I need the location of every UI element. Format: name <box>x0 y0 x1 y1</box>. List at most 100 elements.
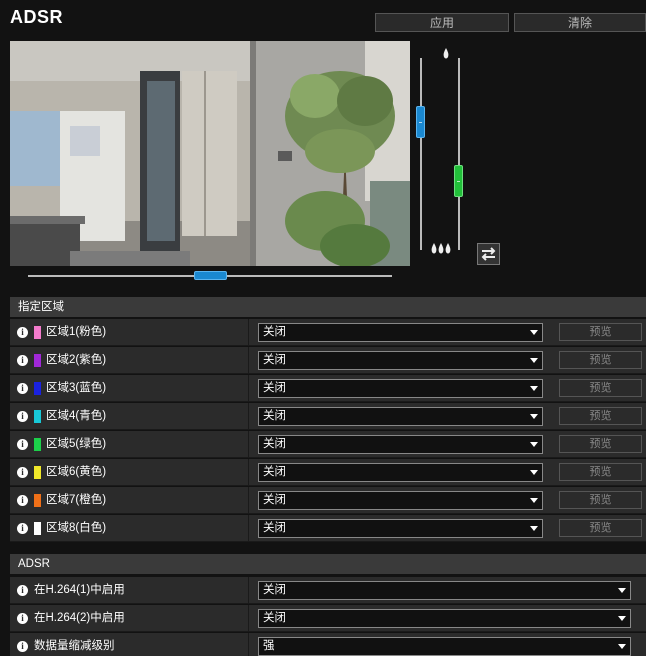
apply-button[interactable]: 应用 <box>375 13 509 32</box>
zone-mode-value: 关闭 <box>263 382 286 394</box>
zone-label: i 区域7(橙色) <box>10 487 248 514</box>
zone-mode-select[interactable]: 关闭 <box>258 463 543 482</box>
zone-color-swatch <box>34 354 41 367</box>
chevron-down-icon <box>618 588 626 593</box>
zone-label: i 区域1(粉色) <box>10 319 248 346</box>
info-icon[interactable]: i <box>17 641 28 652</box>
info-icon[interactable]: i <box>17 613 28 624</box>
zone-mode-value: 关闭 <box>263 522 286 534</box>
zone-color-swatch <box>34 494 41 507</box>
vertical-slider-thumb-green[interactable] <box>454 165 463 197</box>
row-divider <box>248 577 249 604</box>
info-icon[interactable]: i <box>17 439 28 450</box>
row-divider <box>248 487 249 514</box>
adsr-row: i 数据量缩减级别 强 <box>10 633 646 656</box>
info-icon[interactable]: i <box>17 467 28 478</box>
zone-label-text: 区域6(黄色) <box>46 466 107 478</box>
adsr-panel: ADSR 应用 清除 指定区域 i 区域1(粉色) 关闭 预览 i 区域2(紫色… <box>0 0 646 656</box>
preview-button[interactable]: 预览 <box>559 463 642 481</box>
chevron-down-icon <box>618 644 626 649</box>
clear-button[interactable]: 清除 <box>514 13 646 32</box>
swap-button[interactable] <box>477 243 500 265</box>
chevron-down-icon <box>530 358 538 363</box>
zone-row: i 区域3(蓝色) 关闭 预览 <box>10 375 646 402</box>
zone-mode-select[interactable]: 关闭 <box>258 351 543 370</box>
zone-color-swatch <box>34 438 41 451</box>
zone-mode-select[interactable]: 关闭 <box>258 519 543 538</box>
adsr-setting-value: 强 <box>263 640 275 652</box>
info-icon[interactable]: i <box>17 327 28 338</box>
info-icon[interactable]: i <box>17 495 28 506</box>
chevron-down-icon <box>530 414 538 419</box>
zone-label: i 区域8(白色) <box>10 515 248 542</box>
zone-row: i 区域1(粉色) 关闭 预览 <box>10 319 646 346</box>
zone-color-swatch <box>34 326 41 339</box>
horizontal-slider-thumb[interactable] <box>194 271 227 280</box>
zone-label: i 区域2(紫色) <box>10 347 248 374</box>
vertical-slider-track-green[interactable] <box>458 58 460 250</box>
zone-section-header: 指定区域 <box>10 297 646 317</box>
zone-row: i 区域5(绿色) 关闭 预览 <box>10 431 646 458</box>
camera-preview-image[interactable] <box>10 41 410 266</box>
row-divider <box>248 431 249 458</box>
preview-button[interactable]: 预览 <box>559 379 642 397</box>
row-divider <box>248 515 249 542</box>
zone-color-swatch <box>34 382 41 395</box>
row-divider <box>248 459 249 486</box>
chevron-down-icon <box>530 470 538 475</box>
swap-arrows-icon <box>481 247 496 261</box>
zone-row: i 区域4(青色) 关闭 预览 <box>10 403 646 430</box>
zone-label: i 区域5(绿色) <box>10 431 248 458</box>
vertical-slider-track-blue[interactable] <box>420 58 422 250</box>
page-title: ADSR <box>10 7 64 27</box>
vertical-slider-thumb-blue[interactable] <box>416 106 425 138</box>
zone-mode-select[interactable]: 关闭 <box>258 491 543 510</box>
chevron-down-icon <box>530 526 538 531</box>
adsr-setting-select[interactable]: 关闭 <box>258 581 631 600</box>
row-divider <box>248 403 249 430</box>
zone-mode-select[interactable]: 关闭 <box>258 435 543 454</box>
adsr-setting-value: 关闭 <box>263 584 286 596</box>
preview-button[interactable]: 预览 <box>559 351 642 369</box>
zone-mode-value: 关闭 <box>263 466 286 478</box>
zone-label: i 区域6(黄色) <box>10 459 248 486</box>
info-icon[interactable]: i <box>17 383 28 394</box>
row-divider <box>248 319 249 346</box>
zone-mode-select[interactable]: 关闭 <box>258 323 543 342</box>
adsr-setting-select[interactable]: 强 <box>258 637 631 656</box>
zone-label-text: 区域5(绿色) <box>46 438 107 450</box>
info-icon[interactable]: i <box>17 355 28 366</box>
adsr-row: i 在H.264(2)中启用 关闭 <box>10 605 646 632</box>
row-divider <box>248 605 249 632</box>
zone-mode-value: 关闭 <box>263 494 286 506</box>
preview-button[interactable]: 预览 <box>559 407 642 425</box>
zone-mode-select[interactable]: 关闭 <box>258 379 543 398</box>
chevron-down-icon <box>530 442 538 447</box>
chevron-down-icon <box>530 498 538 503</box>
preview-button[interactable]: 预览 <box>559 435 642 453</box>
triple-flame-icon <box>431 241 451 260</box>
preview-button[interactable]: 预览 <box>559 491 642 509</box>
zone-mode-value: 关闭 <box>263 326 286 338</box>
adsr-setting-select[interactable]: 关闭 <box>258 609 631 628</box>
zone-row: i 区域2(紫色) 关闭 预览 <box>10 347 646 374</box>
zone-mode-select[interactable]: 关闭 <box>258 407 543 426</box>
preview-button[interactable]: 预览 <box>559 323 642 341</box>
zone-color-swatch <box>34 466 41 479</box>
zone-label-text: 区域8(白色) <box>46 522 107 534</box>
adsr-label-text: 数据量缩减级别 <box>34 640 115 652</box>
info-icon[interactable]: i <box>17 585 28 596</box>
zone-label-text: 区域4(青色) <box>46 410 107 422</box>
zone-label-text: 区域1(粉色) <box>46 326 107 338</box>
adsr-label: i 在H.264(2)中启用 <box>10 605 248 632</box>
adsr-row: i 在H.264(1)中启用 关闭 <box>10 577 646 604</box>
row-divider <box>248 375 249 402</box>
preview-button[interactable]: 预览 <box>559 519 642 537</box>
zone-mode-value: 关闭 <box>263 410 286 422</box>
zone-row: i 区域8(白色) 关闭 预览 <box>10 515 646 542</box>
zone-color-swatch <box>34 522 41 535</box>
info-icon[interactable]: i <box>17 523 28 534</box>
adsr-section-header: ADSR <box>10 554 646 574</box>
chevron-down-icon <box>530 386 538 391</box>
info-icon[interactable]: i <box>17 411 28 422</box>
